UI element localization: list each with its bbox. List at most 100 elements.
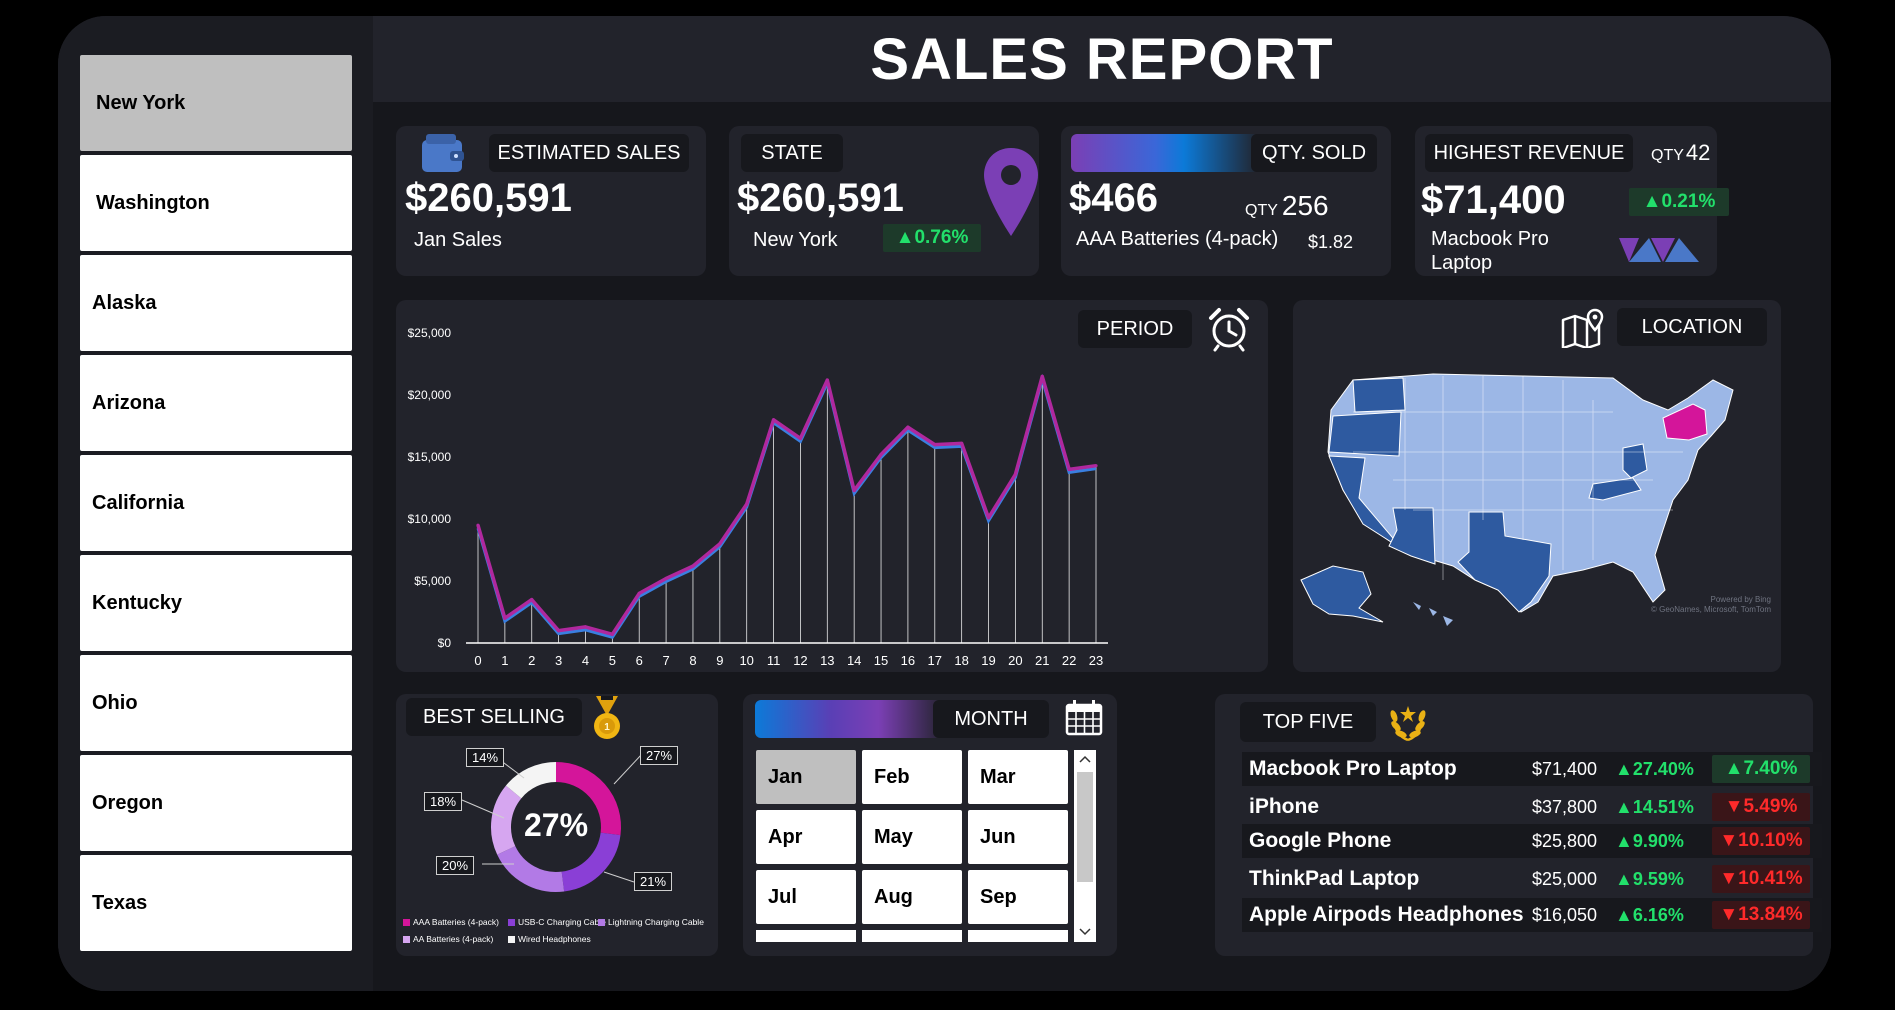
y-tick-label: $15,000 (408, 450, 452, 464)
y-tick-label: $0 (438, 636, 452, 650)
series-line-shadow (476, 373, 1097, 640)
month-button-partial[interactable] (862, 930, 962, 942)
data-point (557, 629, 561, 633)
qty-price: $1.82 (1308, 232, 1354, 252)
state-label: California (92, 491, 185, 514)
top-five-row: iPhone $37,800 ▲14.51% ▼5.49% (1242, 790, 1822, 824)
x-tick-label: 10 (739, 653, 753, 668)
product-change-badge: ▲7.40% (1712, 755, 1810, 783)
month-button-apr[interactable]: Apr (756, 810, 856, 864)
donut-center-value: 27% (523, 807, 589, 843)
donut-label-usbc: 21% (634, 872, 673, 891)
state-label: New York (96, 91, 186, 114)
header: SALES REPORT (373, 16, 1831, 102)
data-point (610, 632, 614, 636)
donut-label-aaa: 27% (640, 746, 679, 765)
month-button-mar[interactable]: Mar (968, 750, 1068, 804)
highest-qty: QTY 42 (1651, 140, 1710, 166)
data-point (906, 425, 910, 429)
state-button-kentucky[interactable]: Kentucky (80, 555, 352, 651)
highest-qty-prefix: QTY (1651, 147, 1684, 164)
month-button-jan[interactable]: Jan (756, 750, 856, 804)
y-tick-label: $20,000 (408, 388, 452, 402)
data-point (583, 625, 588, 629)
state-button-ohio[interactable]: Ohio (80, 655, 352, 751)
data-point (933, 443, 937, 447)
chevron-down-icon[interactable] (1079, 928, 1091, 936)
qty-count: QTY 256 (1245, 190, 1329, 222)
state-button-washington[interactable]: Washington (80, 155, 352, 251)
location-pin-icon (984, 148, 1038, 236)
month-button-may[interactable]: May (862, 810, 962, 864)
qty-sold-label: QTY. SOLD (1251, 134, 1377, 172)
month-button-feb[interactable]: Feb (862, 750, 962, 804)
top-five-row: Google Phone $25,800 ▲9.90% ▼10.10% (1242, 824, 1822, 858)
us-map[interactable]: Powered by Bing © GeoNames, Microsoft, T… (1293, 340, 1781, 670)
wallet-icon (422, 134, 464, 172)
state-label: Kentucky (92, 591, 183, 614)
product-growth: ▲6.16% (1615, 904, 1684, 925)
x-tick-label: 5 (609, 653, 616, 668)
map-state-arizona (1388, 507, 1436, 565)
laurel-icon (1390, 706, 1426, 742)
month-button-aug[interactable]: Aug (862, 870, 962, 924)
y-tick-label: $10,000 (408, 512, 452, 526)
product-growth: ▲27.40% (1615, 758, 1694, 779)
highest-change-badge: ▲0.21% (1629, 188, 1729, 216)
highest-product-line1: Macbook Pro (1431, 228, 1549, 250)
data-point (745, 502, 749, 506)
legend-item-usbc: USB-C Charging Cable (508, 917, 606, 927)
product-growth: ▲14.51% (1615, 796, 1694, 817)
data-point (637, 591, 641, 595)
estimated-sales-subtitle: Jan Sales (414, 229, 502, 251)
chevron-up-icon[interactable] (1079, 755, 1091, 763)
x-tick-label: 12 (793, 653, 807, 668)
donut-label-aa: 18% (424, 792, 463, 811)
state-change-badge: ▲0.76% (883, 224, 981, 252)
month-button-jul[interactable]: Jul (756, 870, 856, 924)
month-scrollbar[interactable] (1074, 750, 1096, 942)
x-tick-label: 6 (636, 653, 643, 668)
product-revenue: $25,000 (1532, 868, 1598, 889)
x-tick-label: 4 (582, 653, 589, 668)
estimated-sales-value: $260,591 (405, 176, 572, 220)
month-label: MONTH (933, 700, 1049, 738)
qty-prefix: QTY (1245, 202, 1278, 219)
x-tick-label: 3 (555, 653, 562, 668)
map-credit-bing: Powered by Bing (1711, 595, 1771, 604)
x-tick-label: 16 (901, 653, 915, 668)
state-button-oregon[interactable]: Oregon (80, 755, 352, 851)
x-tick-label: 0 (474, 653, 481, 668)
product-change-badge: ▼5.49% (1712, 793, 1810, 821)
month-button-partial[interactable] (968, 930, 1068, 942)
product-name: Google Phone (1249, 829, 1392, 852)
legend-item-wired: Wired Headphones (508, 934, 591, 944)
state-value: $260,591 (737, 176, 904, 220)
state-button-texas[interactable]: Texas (80, 855, 352, 951)
x-tick-label: 7 (662, 653, 669, 668)
triangles-decoration (1619, 238, 1699, 262)
x-tick-label: 9 (716, 653, 723, 668)
map-state-oregon (1328, 411, 1402, 457)
state-button-arizona[interactable]: Arizona (80, 355, 352, 451)
state-button-new-york[interactable]: New York (80, 55, 352, 151)
leader-line (603, 871, 635, 883)
state-button-california[interactable]: California (80, 455, 352, 551)
gradient-bar (1071, 134, 1259, 172)
month-button-partial[interactable] (756, 930, 856, 942)
state-slicer: New York Washington Alaska Arizona Calif… (58, 16, 373, 991)
highest-revenue-label: HIGHEST REVENUE (1425, 134, 1633, 172)
calendar-icon (1065, 700, 1103, 736)
data-point (852, 488, 856, 493)
data-point (691, 564, 695, 568)
data-point (1067, 467, 1071, 471)
month-button-sep[interactable]: Sep (968, 870, 1068, 924)
location-map-card: LOCATION Powered by Bing © GeoNames, Mic… (1293, 300, 1781, 672)
state-label: Ohio (92, 691, 138, 714)
state-button-alaska[interactable]: Alaska (80, 255, 352, 351)
state-label: Arizona (92, 391, 166, 414)
x-tick-label: 18 (954, 653, 968, 668)
month-button-jun[interactable]: Jun (968, 810, 1068, 864)
scrollbar-thumb[interactable] (1077, 772, 1093, 882)
qty-product: AAA Batteries (4-pack) (1076, 228, 1279, 250)
